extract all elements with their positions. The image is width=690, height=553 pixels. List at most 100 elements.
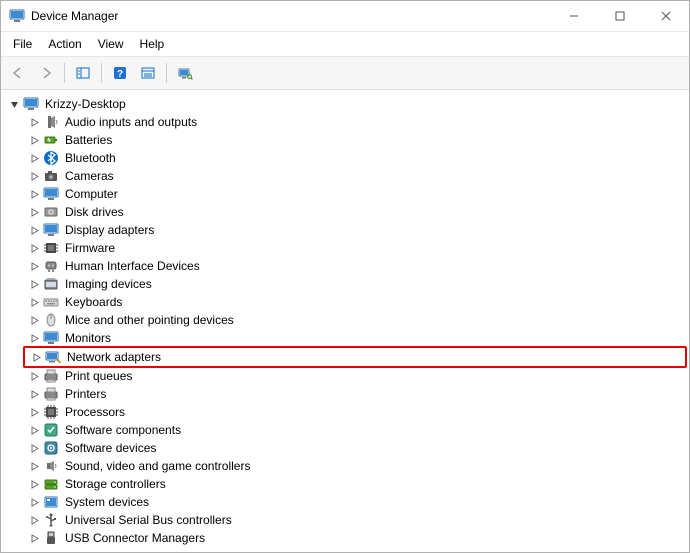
tree-item[interactable]: Cameras bbox=[23, 167, 687, 185]
tree-item[interactable]: Mice and other pointing devices bbox=[23, 311, 687, 329]
expand-icon[interactable] bbox=[27, 277, 41, 291]
printer-icon bbox=[43, 386, 59, 402]
collapse-icon[interactable] bbox=[7, 97, 21, 111]
tree-item[interactable]: Display adapters bbox=[23, 221, 687, 239]
expand-icon[interactable] bbox=[29, 350, 43, 364]
expand-icon[interactable] bbox=[27, 369, 41, 383]
network-icon bbox=[45, 349, 61, 365]
expand-icon[interactable] bbox=[27, 205, 41, 219]
imaging-icon bbox=[43, 276, 59, 292]
expand-icon[interactable] bbox=[27, 531, 41, 545]
expand-icon[interactable] bbox=[27, 295, 41, 309]
expand-icon[interactable] bbox=[27, 405, 41, 419]
computer-icon bbox=[23, 96, 39, 112]
expand-icon[interactable] bbox=[27, 115, 41, 129]
expand-icon[interactable] bbox=[27, 151, 41, 165]
forward-button[interactable] bbox=[33, 60, 59, 86]
titlebar: Device Manager bbox=[1, 1, 689, 32]
device-manager-window: Device Manager File Action View Help ? K… bbox=[0, 0, 690, 553]
category-label: Sound, video and game controllers bbox=[63, 459, 252, 473]
maximize-button[interactable] bbox=[597, 1, 643, 31]
expand-icon[interactable] bbox=[27, 313, 41, 327]
menu-help[interactable]: Help bbox=[132, 35, 173, 53]
tree-item[interactable]: Processors bbox=[23, 403, 687, 421]
swdev-icon bbox=[43, 440, 59, 456]
tree-item[interactable]: Network adapters bbox=[25, 348, 685, 366]
category-label: Keyboards bbox=[63, 295, 124, 309]
properties-button[interactable] bbox=[135, 60, 161, 86]
tree-item[interactable]: Universal Serial Bus controllers bbox=[23, 511, 687, 529]
sound-icon bbox=[43, 458, 59, 474]
bluetooth-icon bbox=[43, 150, 59, 166]
category-label: Firmware bbox=[63, 241, 117, 255]
tree-item[interactable]: Printers bbox=[23, 385, 687, 403]
expand-icon[interactable] bbox=[27, 441, 41, 455]
tree-item[interactable]: Firmware bbox=[23, 239, 687, 257]
category-label: Universal Serial Bus controllers bbox=[63, 513, 234, 527]
expand-icon[interactable] bbox=[27, 133, 41, 147]
expand-icon[interactable] bbox=[27, 331, 41, 345]
expand-icon[interactable] bbox=[27, 187, 41, 201]
window-title: Device Manager bbox=[31, 9, 118, 23]
tree-item[interactable]: Imaging devices bbox=[23, 275, 687, 293]
camera-icon bbox=[43, 168, 59, 184]
menu-action[interactable]: Action bbox=[40, 35, 89, 53]
processor-icon bbox=[43, 404, 59, 420]
tree-item[interactable]: USB Connector Managers bbox=[23, 529, 687, 547]
computer-icon bbox=[43, 186, 59, 202]
expand-icon[interactable] bbox=[27, 223, 41, 237]
expand-icon[interactable] bbox=[27, 477, 41, 491]
tree-item[interactable]: Bluetooth bbox=[23, 149, 687, 167]
toolbar: ? bbox=[1, 57, 689, 90]
category-label: Human Interface Devices bbox=[63, 259, 202, 273]
toolbar-separator bbox=[166, 63, 167, 83]
toolbar-separator bbox=[101, 63, 102, 83]
expand-icon[interactable] bbox=[27, 423, 41, 437]
tree-item[interactable]: Sound, video and game controllers bbox=[23, 457, 687, 475]
expand-icon[interactable] bbox=[27, 259, 41, 273]
minimize-button[interactable] bbox=[551, 1, 597, 31]
close-button[interactable] bbox=[643, 1, 689, 31]
tree-item[interactable]: Human Interface Devices bbox=[23, 257, 687, 275]
category-label: Storage controllers bbox=[63, 477, 168, 491]
expand-icon[interactable] bbox=[27, 387, 41, 401]
menubar: File Action View Help bbox=[1, 32, 689, 57]
device-tree: Krizzy-Desktop Audio inputs and outputsB… bbox=[3, 95, 687, 547]
show-hide-tree-button[interactable] bbox=[70, 60, 96, 86]
battery-icon bbox=[43, 132, 59, 148]
expand-icon[interactable] bbox=[27, 241, 41, 255]
expand-icon[interactable] bbox=[27, 495, 41, 509]
category-label: USB Connector Managers bbox=[63, 531, 207, 545]
device-tree-content[interactable]: Krizzy-Desktop Audio inputs and outputsB… bbox=[1, 90, 689, 552]
tree-item[interactable]: Print queues bbox=[23, 367, 687, 385]
tree-item[interactable]: Software devices bbox=[23, 439, 687, 457]
category-label: Imaging devices bbox=[63, 277, 154, 291]
expand-icon[interactable] bbox=[27, 459, 41, 473]
tree-item[interactable]: Software components bbox=[23, 421, 687, 439]
category-label: Disk drives bbox=[63, 205, 126, 219]
menu-view[interactable]: View bbox=[90, 35, 132, 53]
tree-item[interactable]: Computer bbox=[23, 185, 687, 203]
category-label: Print queues bbox=[63, 369, 134, 383]
expand-icon[interactable] bbox=[27, 513, 41, 527]
tree-item[interactable]: Storage controllers bbox=[23, 475, 687, 493]
category-label: Software components bbox=[63, 423, 183, 437]
category-label: Processors bbox=[63, 405, 127, 419]
tree-item[interactable]: Batteries bbox=[23, 131, 687, 149]
tree-item[interactable]: Keyboards bbox=[23, 293, 687, 311]
tree-root-row[interactable]: Krizzy-Desktop bbox=[3, 95, 687, 113]
category-label: Cameras bbox=[63, 169, 116, 183]
scan-hardware-button[interactable] bbox=[172, 60, 198, 86]
help-button[interactable]: ? bbox=[107, 60, 133, 86]
back-button[interactable] bbox=[5, 60, 31, 86]
expand-icon[interactable] bbox=[27, 169, 41, 183]
tree-item[interactable]: Disk drives bbox=[23, 203, 687, 221]
category-label: Bluetooth bbox=[63, 151, 118, 165]
category-label: Computer bbox=[63, 187, 120, 201]
menu-file[interactable]: File bbox=[5, 35, 40, 53]
tree-item[interactable]: System devices bbox=[23, 493, 687, 511]
tree-item[interactable]: Monitors bbox=[23, 329, 687, 347]
tree-item[interactable]: Audio inputs and outputs bbox=[23, 113, 687, 131]
keyboard-icon bbox=[43, 294, 59, 310]
app-icon bbox=[9, 8, 25, 24]
